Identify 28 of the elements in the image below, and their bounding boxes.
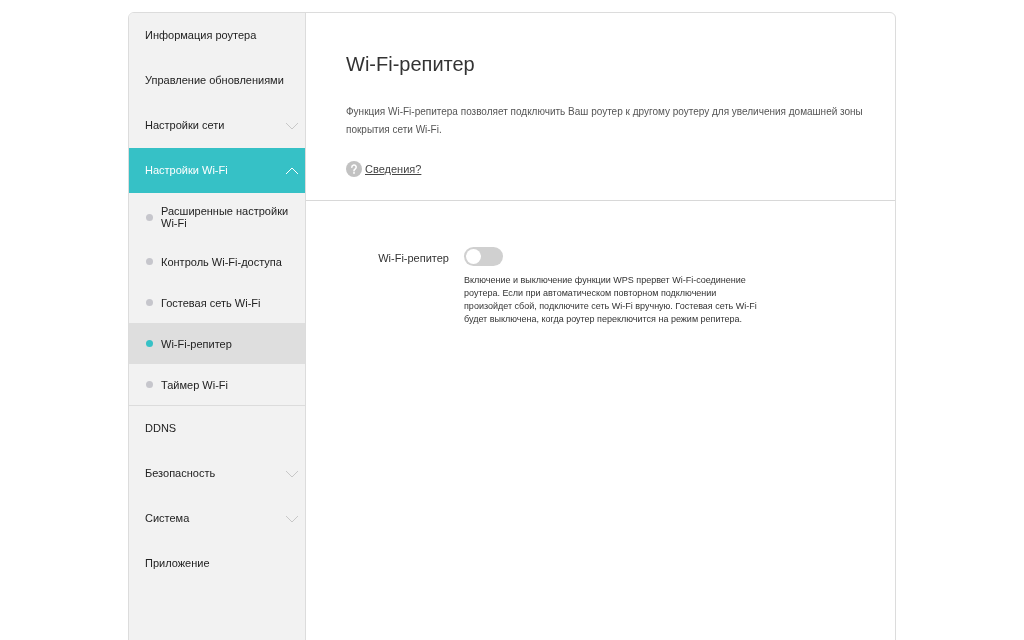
sidebar-item[interactable]: Управление обновлениями: [129, 58, 305, 103]
submenu-item[interactable]: Таймер Wi-Fi: [129, 364, 305, 405]
submenu-item[interactable]: Wi-Fi-репитер: [129, 323, 305, 364]
sidebar-item[interactable]: DDNS: [129, 406, 305, 451]
submenu-item[interactable]: Гостевая сеть Wi-Fi: [129, 282, 305, 323]
bullet-icon: [146, 340, 153, 347]
sidebar-item[interactable]: Система: [129, 496, 305, 541]
page-description: Функция Wi-Fi-репитера позволяет подключить Ваш роутер к другому роутеру для увеличения домашней зоны покрытия сети Wi-Fi.: [346, 105, 864, 137]
sidebar-item[interactable]: Настройки сети: [129, 103, 305, 148]
submenu-item[interactable]: Расширенные настройки Wi-Fi: [129, 193, 305, 241]
chevron-icon: [285, 121, 299, 130]
page-title: Wi-Fi-репитер: [346, 52, 476, 77]
submenu-item[interactable]: Контроль Wi-Fi-доступа: [129, 241, 305, 282]
sidebar-item[interactable]: Безопасность: [129, 451, 305, 496]
sidebar-item[interactable]: Информация роутера: [129, 13, 305, 58]
sidebar-item[interactable]: Приложение: [129, 541, 305, 586]
help-icon: [346, 161, 362, 178]
bullet-icon: [146, 213, 153, 221]
bullet-icon: [146, 299, 153, 306]
chevron-icon: [285, 166, 299, 175]
setting-note: Включение и выключение функции WPS прервет Wi-Fi-соединение роутера. Если при автоматическом повторном подключении произойдет сбой, подключите сеть Wi-Fi вручную. Гостевая сеть Wi-Fi будет выключена, когда роутер переключится на режим репитера.: [464, 273, 758, 326]
toggle-switch[interactable]: [464, 246, 503, 266]
help-link[interactable]: Сведения?: [365, 161, 422, 178]
bullet-icon: [146, 381, 153, 388]
setting-label: Wi-Fi-репитер: [377, 250, 450, 266]
chevron-icon: [285, 514, 299, 523]
bullet-icon: [146, 258, 153, 265]
chevron-icon: [285, 469, 299, 478]
